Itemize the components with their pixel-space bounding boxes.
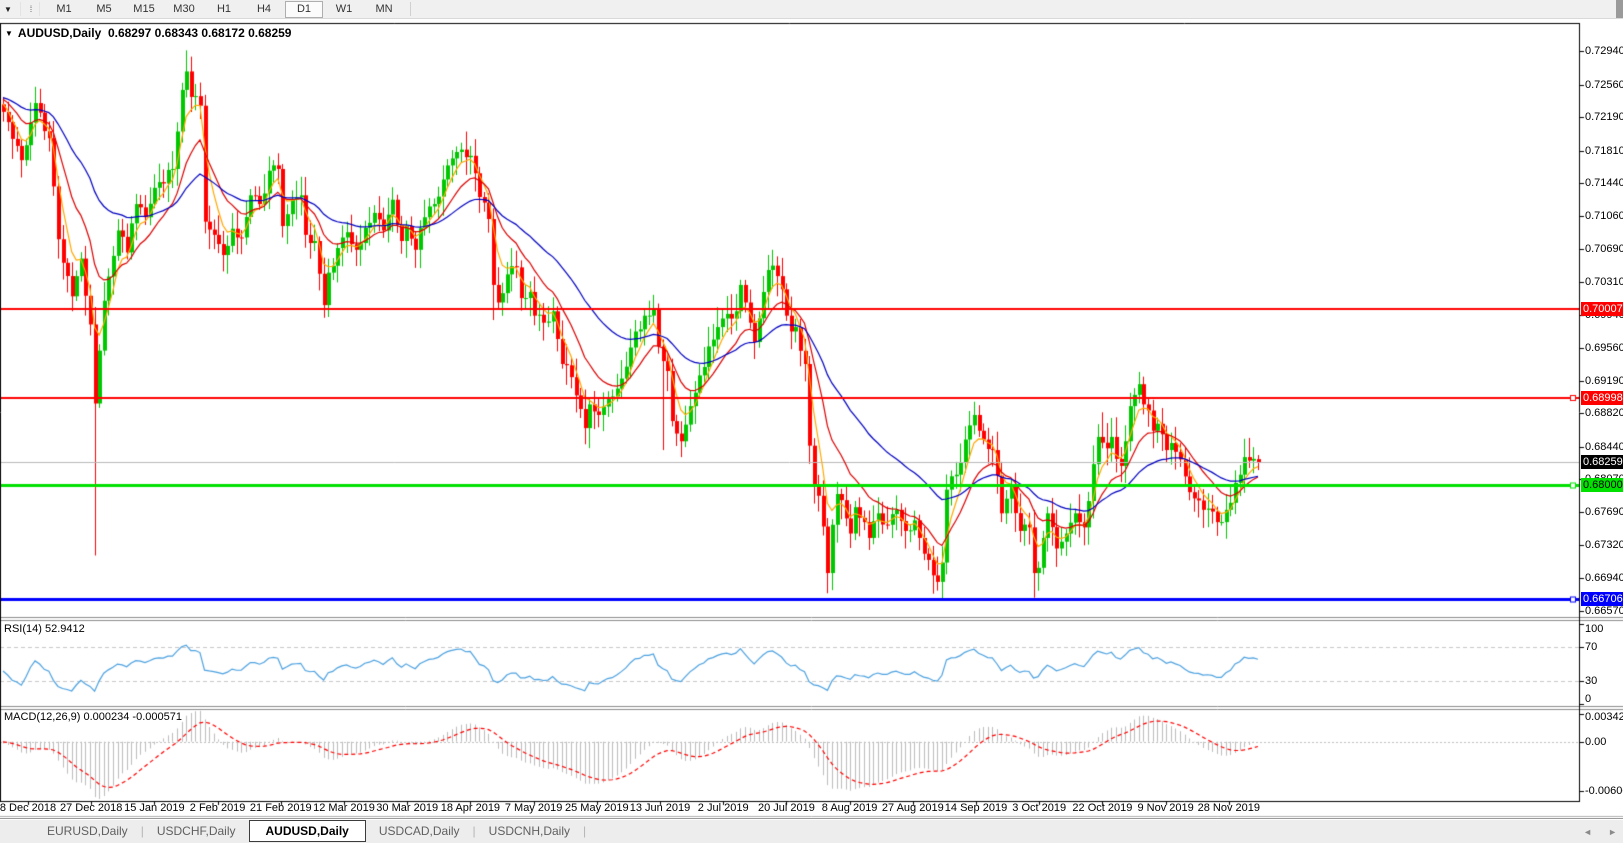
- timeframe-button-MN[interactable]: MN: [365, 1, 403, 18]
- timeframe-button-M30[interactable]: M30: [165, 1, 203, 18]
- date-tick-label: 25 May 2019: [565, 802, 629, 814]
- date-tick-label: 27 Dec 2018: [60, 802, 122, 814]
- macd-indicator-label: MACD(12,26,9) 0.000234 -0.000571: [4, 711, 182, 723]
- price-tick-label: 0.67690: [1585, 506, 1623, 518]
- timeframe-button-D1[interactable]: D1: [285, 1, 323, 18]
- rsi-tick-label: 100: [1585, 623, 1623, 635]
- tab-usdchf-daily[interactable]: USDCHF,Daily: [144, 821, 249, 841]
- date-tick-label: 8 Aug 2019: [822, 802, 878, 814]
- hline-price-label: 0.68000: [1581, 478, 1623, 492]
- price-tick-label: 0.69190: [1585, 375, 1623, 387]
- timeframe-buttons: M1M5M15M30H1H4D1W1MN: [44, 0, 404, 18]
- chart-symbol-label: AUDUSD,Daily: [18, 26, 101, 40]
- date-tick-label: 22 Oct 2019: [1072, 802, 1132, 814]
- date-tick-label: 30 Mar 2019: [376, 802, 438, 814]
- chart-title: ▼ AUDUSD,Daily 0.68297 0.68343 0.68172 0.…: [5, 26, 291, 40]
- date-tick-label: 2 Feb 2019: [190, 802, 246, 814]
- tab-audusd-daily[interactable]: AUDUSD,Daily: [249, 820, 366, 842]
- timeframe-button-W1[interactable]: W1: [325, 1, 363, 18]
- date-tick-label: 15 Jan 2019: [124, 802, 185, 814]
- date-tick-label: 18 Apr 2019: [441, 802, 500, 814]
- price-tick-label: 0.68440: [1585, 441, 1623, 453]
- date-tick-label: 27 Aug 2019: [882, 802, 944, 814]
- tab-scroll-arrows: ◄ ►: [1583, 819, 1617, 844]
- mt4-window: ▼ ⁞⁞ M1M5M15M30H1H4D1W1MN ▼ AUDUSD,Daily …: [0, 0, 1623, 843]
- rsi-tick-label: 70: [1585, 641, 1623, 653]
- rsi-indicator-label: RSI(14) 52.9412: [4, 623, 85, 635]
- chart-tab-bar: EURUSD,Daily|USDCHF,DailyAUDUSD,DailyUSD…: [0, 818, 1623, 843]
- macd-tick-label: 0.003421: [1585, 711, 1623, 723]
- chart-dropdown-icon[interactable]: ▼: [5, 29, 13, 38]
- price-tick-label: 0.67320: [1585, 539, 1623, 551]
- price-tick-label: 0.72940: [1585, 45, 1623, 57]
- price-tick-label: 0.66570: [1585, 605, 1623, 617]
- date-tick-label: 20 Jul 2019: [758, 802, 815, 814]
- hline-price-label: 0.68998: [1581, 391, 1623, 405]
- tab-eurusd-daily[interactable]: EURUSD,Daily: [34, 821, 141, 841]
- toolbar-separator: [410, 2, 411, 16]
- date-tick-label: 7 May 2019: [505, 802, 562, 814]
- hline-price-label: 0.70007: [1581, 302, 1623, 316]
- date-tick-label: 8 Dec 2018: [0, 802, 56, 814]
- price-tick-label: 0.66940: [1585, 572, 1623, 584]
- timeframe-button-M5[interactable]: M5: [85, 1, 123, 18]
- toolbar-edge: [1616, 0, 1623, 18]
- chevron-down-icon[interactable]: ▼: [0, 5, 16, 14]
- rsi-tick-label: 0: [1585, 693, 1623, 705]
- date-tick-label: 21 Feb 2019: [250, 802, 312, 814]
- tab-separator: |: [583, 824, 586, 838]
- date-tick-label: 12 Mar 2019: [313, 802, 375, 814]
- timeframe-toolbar: ▼ ⁞⁞ M1M5M15M30H1H4D1W1MN: [0, 0, 1623, 19]
- chart-tabs: EURUSD,Daily|USDCHF,DailyAUDUSD,DailyUSD…: [34, 820, 586, 842]
- price-tick-label: 0.72560: [1585, 79, 1623, 91]
- tab-scroll-right-icon[interactable]: ►: [1608, 827, 1617, 837]
- tab-usdcnh-daily[interactable]: USDCNH,Daily: [476, 821, 583, 841]
- date-tick-label: 9 Nov 2019: [1137, 802, 1193, 814]
- date-tick-label: 2 Jul 2019: [698, 802, 749, 814]
- timeframe-button-M15[interactable]: M15: [125, 1, 163, 18]
- price-tick-label: 0.70310: [1585, 276, 1623, 288]
- timeframe-button-H1[interactable]: H1: [205, 1, 243, 18]
- chart-ohlc-values: 0.68297 0.68343 0.68172 0.68259: [108, 26, 292, 40]
- date-tick-label: 13 Jun 2019: [630, 802, 691, 814]
- price-tick-label: 0.71440: [1585, 177, 1623, 189]
- price-tick-label: 0.70690: [1585, 243, 1623, 255]
- rsi-tick-label: 30: [1585, 675, 1623, 687]
- tab-scroll-left-icon[interactable]: ◄: [1583, 827, 1592, 837]
- timeframe-button-H4[interactable]: H4: [245, 1, 283, 18]
- tab-usdcad-daily[interactable]: USDCAD,Daily: [366, 821, 473, 841]
- toolbar-grip-handle[interactable]: ⁞⁞: [20, 2, 40, 16]
- price-tick-label: 0.72190: [1585, 111, 1623, 123]
- macd-tick-label: -0.006069: [1585, 785, 1623, 797]
- bid-price-label: 0.68259: [1581, 455, 1623, 469]
- price-chart-canvas[interactable]: [0, 0, 1623, 818]
- price-tick-label: 0.71060: [1585, 210, 1623, 222]
- date-tick-label: 28 Nov 2019: [1198, 802, 1260, 814]
- date-tick-label: 3 Oct 2019: [1012, 802, 1066, 814]
- price-tick-label: 0.69560: [1585, 342, 1623, 354]
- hline-price-label: 0.66706: [1581, 592, 1623, 606]
- price-tick-label: 0.71810: [1585, 145, 1623, 157]
- date-tick-label: 14 Sep 2019: [945, 802, 1007, 814]
- macd-tick-label: 0.00: [1585, 736, 1623, 748]
- timeframe-button-M1[interactable]: M1: [45, 1, 83, 18]
- price-tick-label: 0.68820: [1585, 407, 1623, 419]
